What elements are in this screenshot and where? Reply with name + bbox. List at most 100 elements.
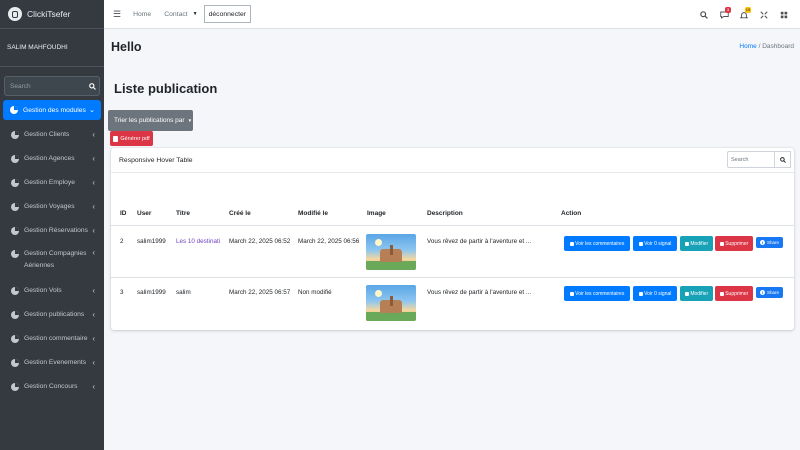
sidebar-item-gestion-compagnies[interactable]: Gestion Compagnies Aériennes ‹	[0, 243, 104, 279]
sidebar-item-gestion-vols[interactable]: Gestion Vols ‹	[0, 279, 104, 303]
edit-button[interactable]: Modifier	[680, 286, 713, 301]
bell-icon[interactable]: 15	[734, 6, 754, 19]
brand[interactable]: ClickiTsefer	[0, 0, 104, 29]
sort-dropdown-button[interactable]: Trier les publications par ▼	[108, 110, 193, 131]
button-label: Voir les commentaires	[575, 240, 625, 247]
sidebar-item-label: Gestion Evenements	[24, 359, 87, 366]
column-header-action: Action	[561, 210, 582, 217]
facebook-share-button[interactable]: f Share	[756, 287, 783, 298]
chart-pie-icon	[11, 311, 19, 319]
sidebar-item-label: Gestion des modules	[23, 106, 86, 114]
nav-home-link[interactable]: Home	[133, 11, 151, 18]
search-icon[interactable]	[694, 10, 714, 19]
cell-modifie-le: Non modifié	[298, 289, 332, 296]
chart-pie-icon	[11, 179, 19, 187]
breadcrumb-home-link[interactable]: Home	[739, 43, 756, 50]
chevron-left-icon: ‹	[92, 286, 95, 295]
chevron-left-icon: ‹	[92, 130, 95, 139]
column-header-titre: Titre	[176, 210, 190, 217]
sidebar-item-label: Gestion Réservations	[24, 227, 88, 234]
column-header-user: User	[137, 210, 152, 217]
hamburger-menu-icon[interactable]: ☰	[113, 9, 121, 20]
folder-icon	[569, 241, 574, 246]
column-header-cree-le: Créé le	[229, 210, 251, 217]
card-title: Responsive Hover Table	[119, 156, 193, 164]
file-pdf-icon	[113, 135, 119, 142]
edit-button[interactable]: Modifier	[680, 236, 713, 251]
sidebar-item-gestion-clients[interactable]: Gestion Clients ‹	[0, 123, 104, 147]
chart-pie-icon	[11, 227, 19, 235]
delete-button[interactable]: Supprimer	[715, 236, 753, 251]
search-icon[interactable]	[775, 151, 791, 168]
cell-titre: salim	[176, 289, 191, 296]
sidebar-item-gestion-employe[interactable]: Gestion Employe ‹	[0, 171, 104, 195]
button-label: Voir 0 signal	[644, 290, 672, 297]
logout-button[interactable]: déconnecter	[203, 5, 252, 23]
notifications-badge: 15	[745, 6, 751, 13]
breadcrumb: Home / Dashboard	[739, 43, 794, 50]
sidebar-item-gestion-evenements[interactable]: Gestion Evenements ‹	[0, 351, 104, 375]
sidebar-item-label: Gestion Agences	[24, 155, 75, 162]
sidebar-item-gestion-voyages[interactable]: Gestion Voyages ‹	[0, 195, 104, 219]
nav-contact-link[interactable]: Contact	[164, 11, 187, 18]
column-header-modifie-le: Modifié le	[298, 210, 328, 217]
view-comments-button[interactable]: Voir les commentaires	[564, 286, 630, 301]
sidebar-item-gestion-agences[interactable]: Gestion Agences ‹	[0, 147, 104, 171]
publication-image	[366, 234, 416, 270]
facebook-share-button[interactable]: f Share	[756, 237, 783, 248]
facebook-icon: f	[759, 290, 765, 295]
user-panel[interactable]: SALIM MAHFOUDHI	[0, 29, 104, 67]
button-label: Voir les commentaires	[575, 290, 625, 297]
button-label: Supprimer	[725, 240, 749, 247]
sidebar-item-gestion-commentaire[interactable]: Gestion commentaire ‹	[0, 327, 104, 351]
search-icon[interactable]	[85, 77, 99, 95]
cell-user: salim1999	[137, 238, 166, 245]
button-label: Share	[766, 290, 779, 295]
pencil-icon	[684, 291, 689, 296]
column-header-image: Image	[367, 210, 386, 217]
trash-icon	[719, 291, 724, 296]
view-comments-button[interactable]: Voir les commentaires	[564, 236, 630, 251]
grid-icon[interactable]	[774, 11, 794, 19]
cell-cree-le: March 22, 2025 06:52	[229, 238, 291, 245]
cell-user: salim1999	[137, 289, 166, 296]
column-header-description: Description	[427, 210, 463, 217]
chevron-left-icon: ‹	[92, 178, 95, 187]
chevron-left-icon: ‹	[92, 310, 95, 319]
fullscreen-icon[interactable]	[754, 10, 774, 19]
sort-button-label: Trier les publications par	[114, 117, 185, 124]
chevron-down-icon: ⌄	[89, 106, 95, 114]
chart-pie-icon	[11, 250, 19, 258]
brand-logo-icon	[8, 7, 22, 21]
top-navbar: ☰ Home Contact ▼ déconnecter 3 15	[104, 0, 800, 29]
view-reports-button[interactable]: Voir 0 signal	[633, 286, 677, 301]
sidebar-item-gestion-publications[interactable]: Gestion publications ‹	[0, 303, 104, 327]
pencil-icon	[684, 241, 689, 246]
button-label: Modifier	[690, 240, 709, 247]
card-header: Responsive Hover Table	[111, 148, 794, 173]
sidebar-item-label: Gestion publications	[24, 311, 85, 318]
cell-cree-le: March 22, 2025 06:57	[229, 289, 291, 296]
generate-pdf-button[interactable]: Générer pdf	[110, 131, 153, 146]
sidebar-item-label: Gestion commentaire	[24, 335, 88, 342]
button-label: Voir 0 signal	[644, 240, 672, 247]
button-label: Modifier	[690, 290, 709, 297]
trash-icon	[719, 241, 724, 246]
table-search-input[interactable]	[727, 151, 775, 168]
sidebar-item-gestion-reservations[interactable]: Gestion Réservations ‹	[0, 219, 104, 243]
user-name[interactable]: SALIM MAHFOUDHI	[7, 44, 68, 51]
sidebar-search-input[interactable]	[5, 77, 85, 95]
chart-pie-icon	[11, 287, 19, 295]
chevron-left-icon: ‹	[92, 226, 95, 235]
sidebar-item-gestion-concours[interactable]: Gestion Concours ‹	[0, 375, 104, 399]
chevron-left-icon: ‹	[92, 382, 95, 391]
table-search	[727, 151, 791, 168]
row-divider	[111, 277, 794, 278]
caret-down-icon[interactable]: ▼	[193, 11, 198, 17]
view-reports-button[interactable]: Voir 0 signal	[633, 236, 677, 251]
folder-icon	[569, 291, 574, 296]
chevron-left-icon: ‹	[92, 154, 95, 163]
sidebar-item-gestion-des-modules[interactable]: Gestion des modules ⌄	[3, 100, 101, 120]
messages-icon[interactable]: 3	[714, 6, 734, 19]
delete-button[interactable]: Supprimer	[715, 286, 753, 301]
